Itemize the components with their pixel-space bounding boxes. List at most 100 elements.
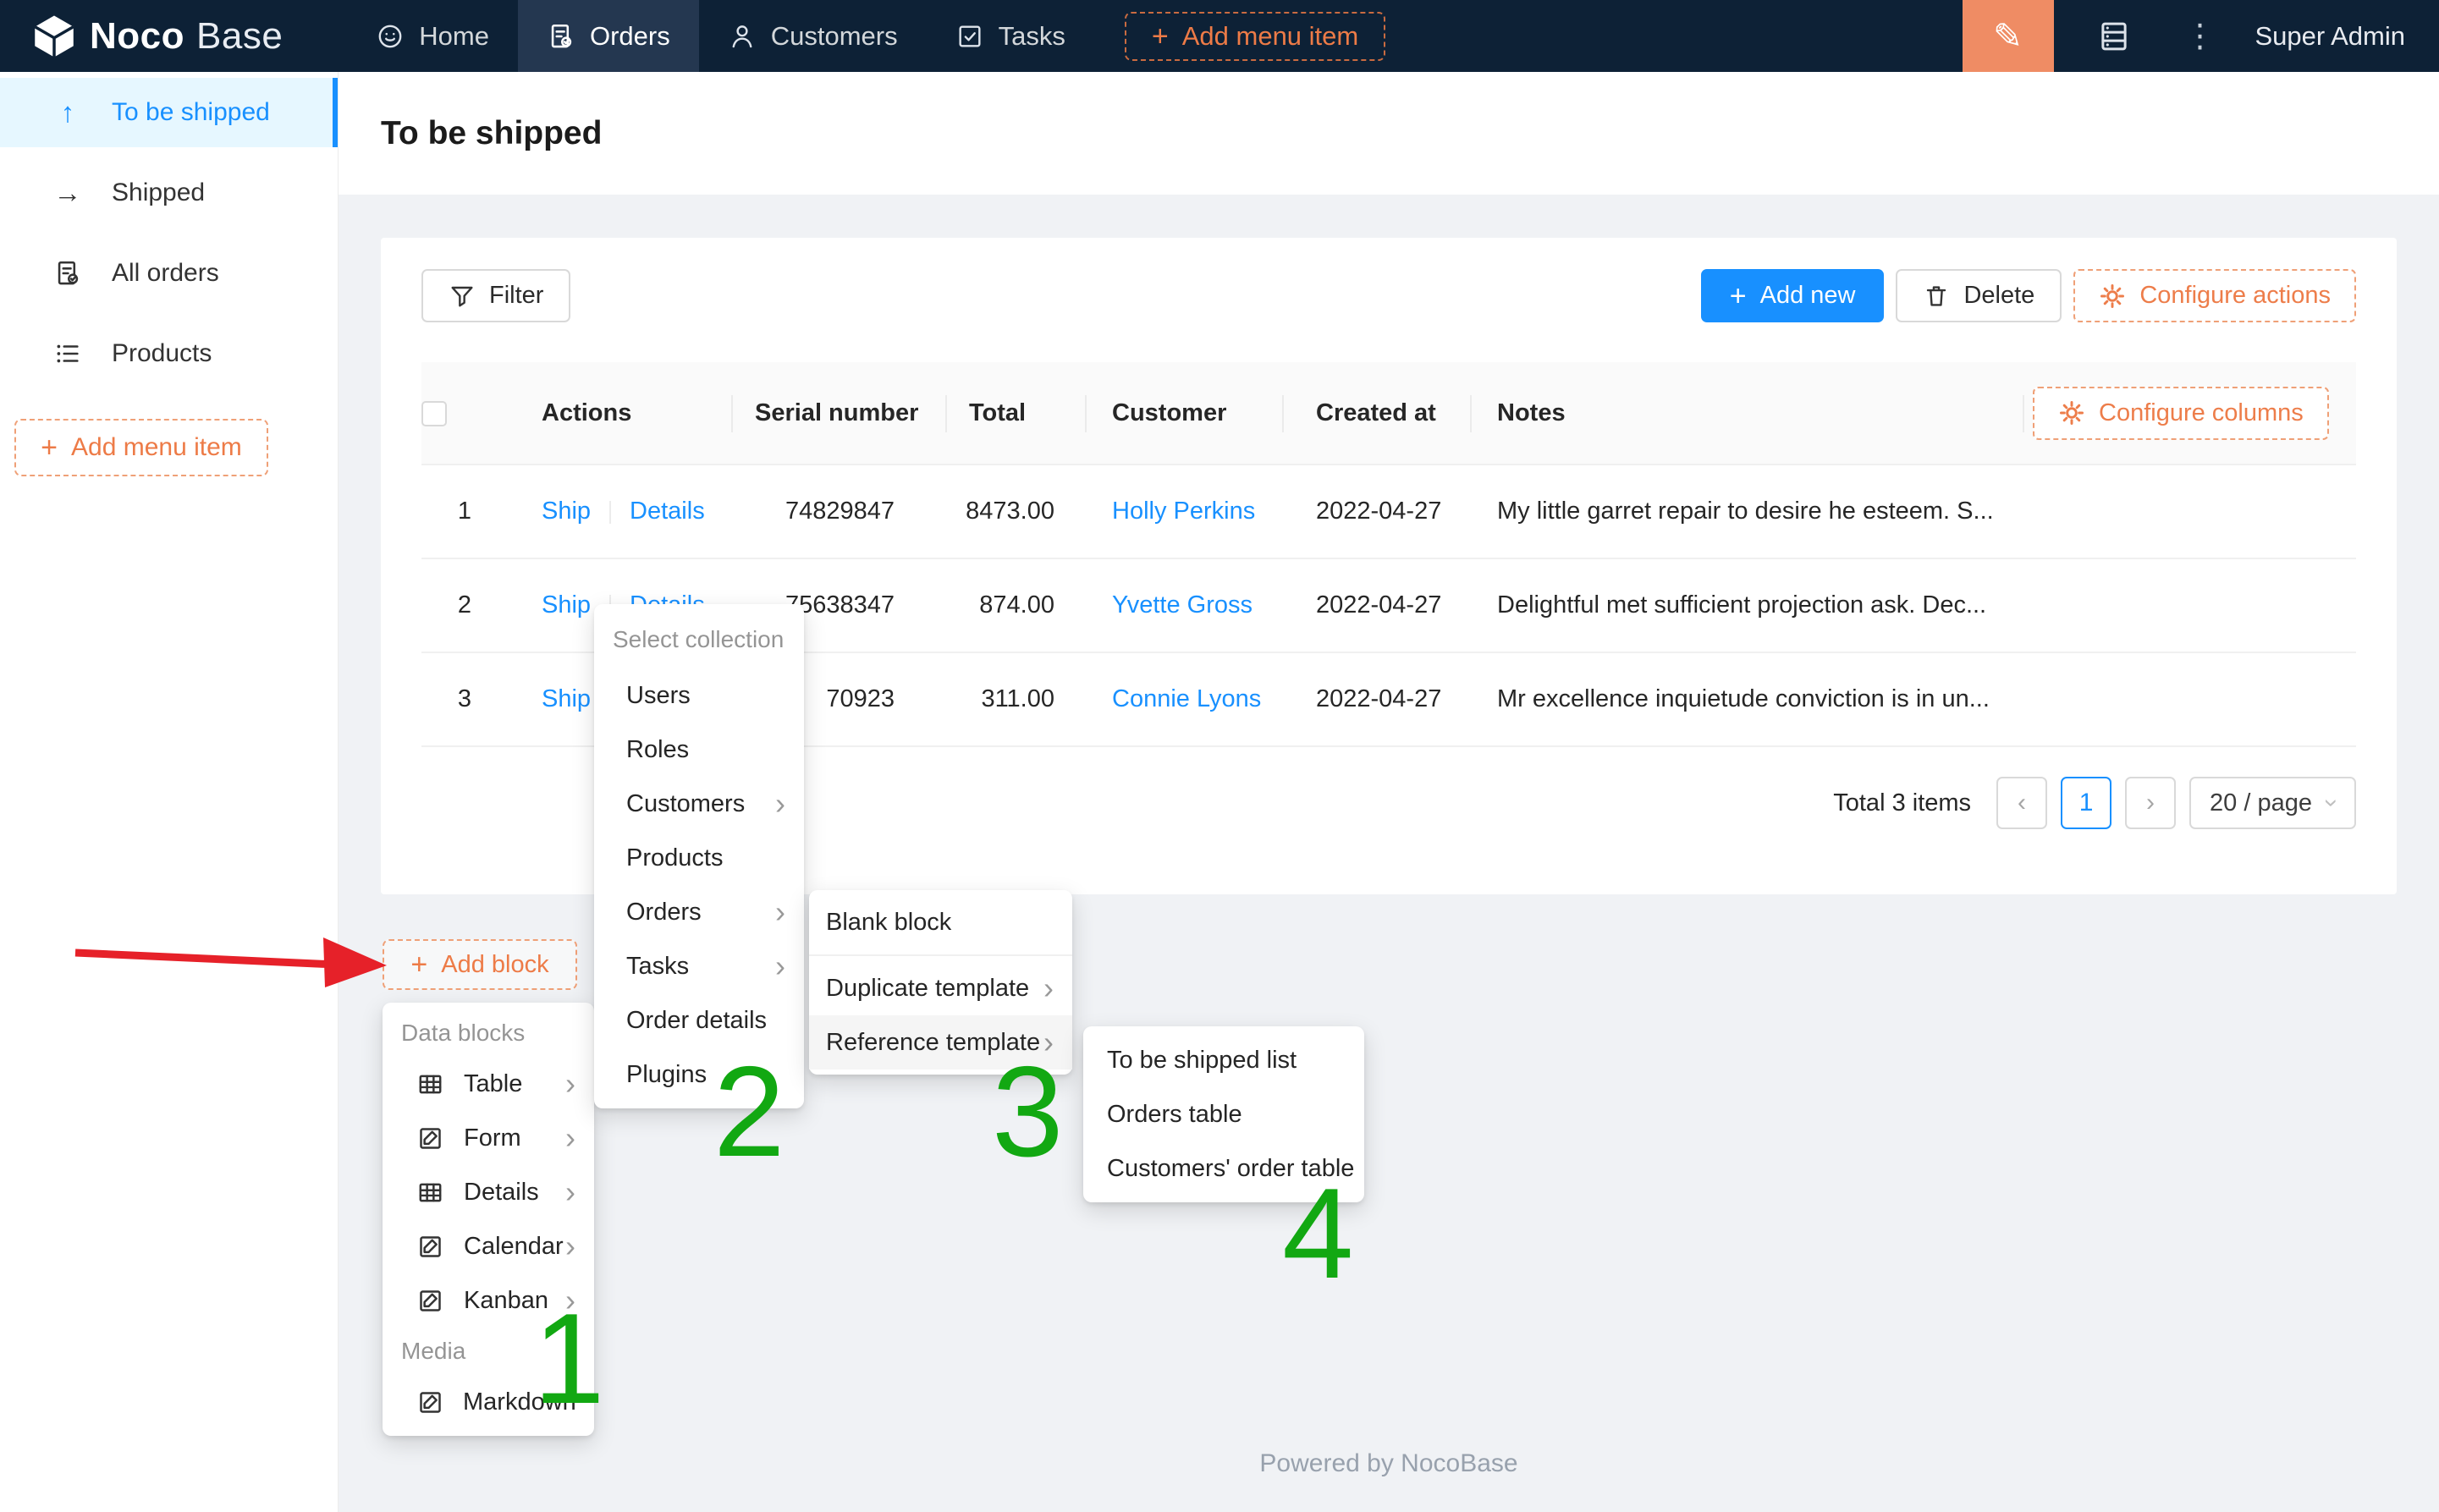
nav-item-label: Orders: [590, 21, 670, 52]
menu-item-orders[interactable]: Orders ›: [594, 885, 804, 939]
menu-item-blank-block[interactable]: Blank block: [809, 895, 1072, 949]
filter-label: Filter: [489, 282, 543, 310]
menu-item-form[interactable]: Form ›: [383, 1111, 594, 1165]
select-all-checkbox[interactable]: [421, 401, 447, 426]
menu-item-customers[interactable]: Customers ›: [594, 777, 804, 831]
sidebar-item-label: All orders: [112, 259, 219, 288]
configure-columns-label: Configure columns: [2099, 399, 2304, 427]
nocobase-app: Noco Base Home Orders: [0, 0, 2439, 1512]
menu-item-table[interactable]: Table ›: [383, 1057, 594, 1111]
plus-icon: +: [1730, 282, 1747, 311]
cell-created-at: 2022-04-27: [1282, 465, 1470, 558]
nav-item-tasks[interactable]: Tasks: [927, 0, 1094, 72]
delete-button[interactable]: Delete: [1896, 269, 2062, 322]
nav-item-label: Customers: [771, 21, 898, 52]
form-pen-icon: [416, 1388, 444, 1416]
ship-link[interactable]: Ship: [542, 498, 591, 525]
menu-item-details[interactable]: Details ›: [383, 1165, 594, 1219]
menu-divider: [809, 954, 1072, 956]
sidebar-item-products[interactable]: Products: [0, 319, 338, 388]
logo-text-noco: Noco: [90, 15, 184, 58]
logo-text-base: Base: [196, 15, 283, 58]
sidebar-item-to-be-shipped[interactable]: ↑ To be shipped: [0, 78, 338, 147]
add-menu-item-button-top[interactable]: + Add menu item: [1125, 12, 1385, 61]
column-header-customer: Customer: [1085, 362, 1282, 465]
customer-link[interactable]: Holly Perkins: [1112, 498, 1255, 525]
select-collection-menu: Select collection Users Roles Customers …: [594, 604, 804, 1108]
top-navbar: Noco Base Home Orders: [0, 0, 2439, 72]
table-row: 1 ShipDetails 74829847 8473.00 Holly Per…: [421, 465, 2356, 558]
nav-item-customers[interactable]: Customers: [699, 0, 927, 72]
pagination-page-1[interactable]: 1: [2061, 777, 2111, 829]
plus-icon: +: [41, 433, 58, 462]
customer-link[interactable]: Yvette Gross: [1112, 591, 1253, 619]
sidebar-item-all-orders[interactable]: All orders: [0, 239, 338, 308]
cell-total: 874.00: [945, 558, 1085, 652]
menu-item-users[interactable]: Users: [594, 668, 804, 723]
collections-icon: [2096, 19, 2132, 54]
chevron-right-icon: ›: [775, 951, 785, 981]
more-button[interactable]: ⋮: [2184, 17, 2206, 55]
powered-by-footer: Powered by NocoBase: [339, 1449, 2439, 1478]
nav-item-orders[interactable]: Orders: [518, 0, 699, 72]
chevron-right-icon: ›: [2146, 789, 2155, 817]
filter-button[interactable]: Filter: [421, 269, 570, 322]
customer-link[interactable]: Connie Lyons: [1112, 685, 1261, 712]
menu-item-to-be-shipped-list[interactable]: To be shipped list: [1083, 1033, 1364, 1087]
ship-link[interactable]: Ship: [542, 591, 591, 619]
chevron-right-icon: ›: [775, 897, 785, 927]
add-menu-item-button-sidebar[interactable]: + Add menu item: [14, 419, 268, 476]
arrow-up-icon: ↑: [49, 96, 86, 129]
gear-icon: [2099, 283, 2126, 310]
chevron-right-icon: ›: [565, 1123, 575, 1153]
ship-link[interactable]: Ship: [542, 685, 591, 712]
pagination-prev-button[interactable]: ‹: [1996, 777, 2047, 829]
menu-item-orders-table[interactable]: Orders table: [1083, 1087, 1364, 1141]
pagination-next-button[interactable]: ›: [2125, 777, 2176, 829]
cell-notes: Mr excellence inquietude conviction is i…: [1470, 652, 2023, 746]
annotation-step-4: 4: [1282, 1169, 1354, 1298]
table-grid-icon: [416, 1070, 444, 1098]
menu-item-calendar[interactable]: Calendar ›: [383, 1219, 594, 1273]
menu-item-roles[interactable]: Roles: [594, 723, 804, 777]
add-menu-item-label: Add menu item: [1182, 21, 1359, 52]
add-block-label: Add block: [441, 951, 548, 979]
add-block-button[interactable]: + Add block: [383, 939, 577, 990]
action-divider: [609, 501, 611, 524]
sidebar: ↑ To be shipped → Shipped All orders: [0, 72, 339, 1512]
configure-actions-label: Configure actions: [2139, 282, 2331, 310]
current-user[interactable]: Super Admin: [2255, 21, 2406, 52]
sidebar-item-shipped[interactable]: → Shipped: [0, 158, 338, 228]
page-size-select[interactable]: 20 / page ›: [2189, 777, 2356, 829]
orders-document-icon: [547, 22, 575, 51]
nav-item-label: Tasks: [999, 21, 1065, 52]
details-link[interactable]: Details: [630, 498, 705, 525]
form-pen-icon: [416, 1287, 444, 1315]
red-pointer-arrow: [72, 929, 389, 990]
ui-editor-button[interactable]: ✎: [1963, 0, 2054, 72]
menu-item-products[interactable]: Products: [594, 831, 804, 885]
sidebar-item-label: To be shipped: [112, 98, 270, 127]
configure-columns-button[interactable]: Configure columns: [2033, 387, 2329, 440]
sidebar-item-label: Shipped: [112, 179, 205, 207]
collections-button[interactable]: [2096, 19, 2132, 54]
column-header-serial-number: Serial number: [731, 362, 945, 465]
annotation-step-3: 3: [992, 1047, 1064, 1176]
nav-item-home[interactable]: Home: [347, 0, 518, 72]
navbar-right: ✎ ⋮ Super Admin: [1963, 0, 2439, 72]
cell-serial-number: 74829847: [731, 465, 945, 558]
nocobase-logo[interactable]: Noco Base: [30, 13, 283, 60]
cell-total: 311.00: [945, 652, 1085, 746]
add-new-button[interactable]: + Add new: [1701, 269, 1885, 322]
sidebar-item-label: Products: [112, 339, 212, 368]
menu-item-tasks[interactable]: Tasks ›: [594, 939, 804, 993]
menu-group-label: Data blocks: [383, 1009, 594, 1057]
annotation-step-1: 1: [533, 1295, 605, 1423]
configure-actions-button[interactable]: Configure actions: [2073, 269, 2356, 322]
home-smiley-icon: [376, 22, 405, 51]
chevron-right-icon: ›: [1043, 973, 1054, 1003]
menu-item-duplicate-template[interactable]: Duplicate template ›: [809, 961, 1072, 1015]
page-header: To be shipped: [339, 72, 2439, 195]
arrow-right-icon: →: [49, 177, 86, 209]
gear-icon: [2058, 399, 2085, 426]
